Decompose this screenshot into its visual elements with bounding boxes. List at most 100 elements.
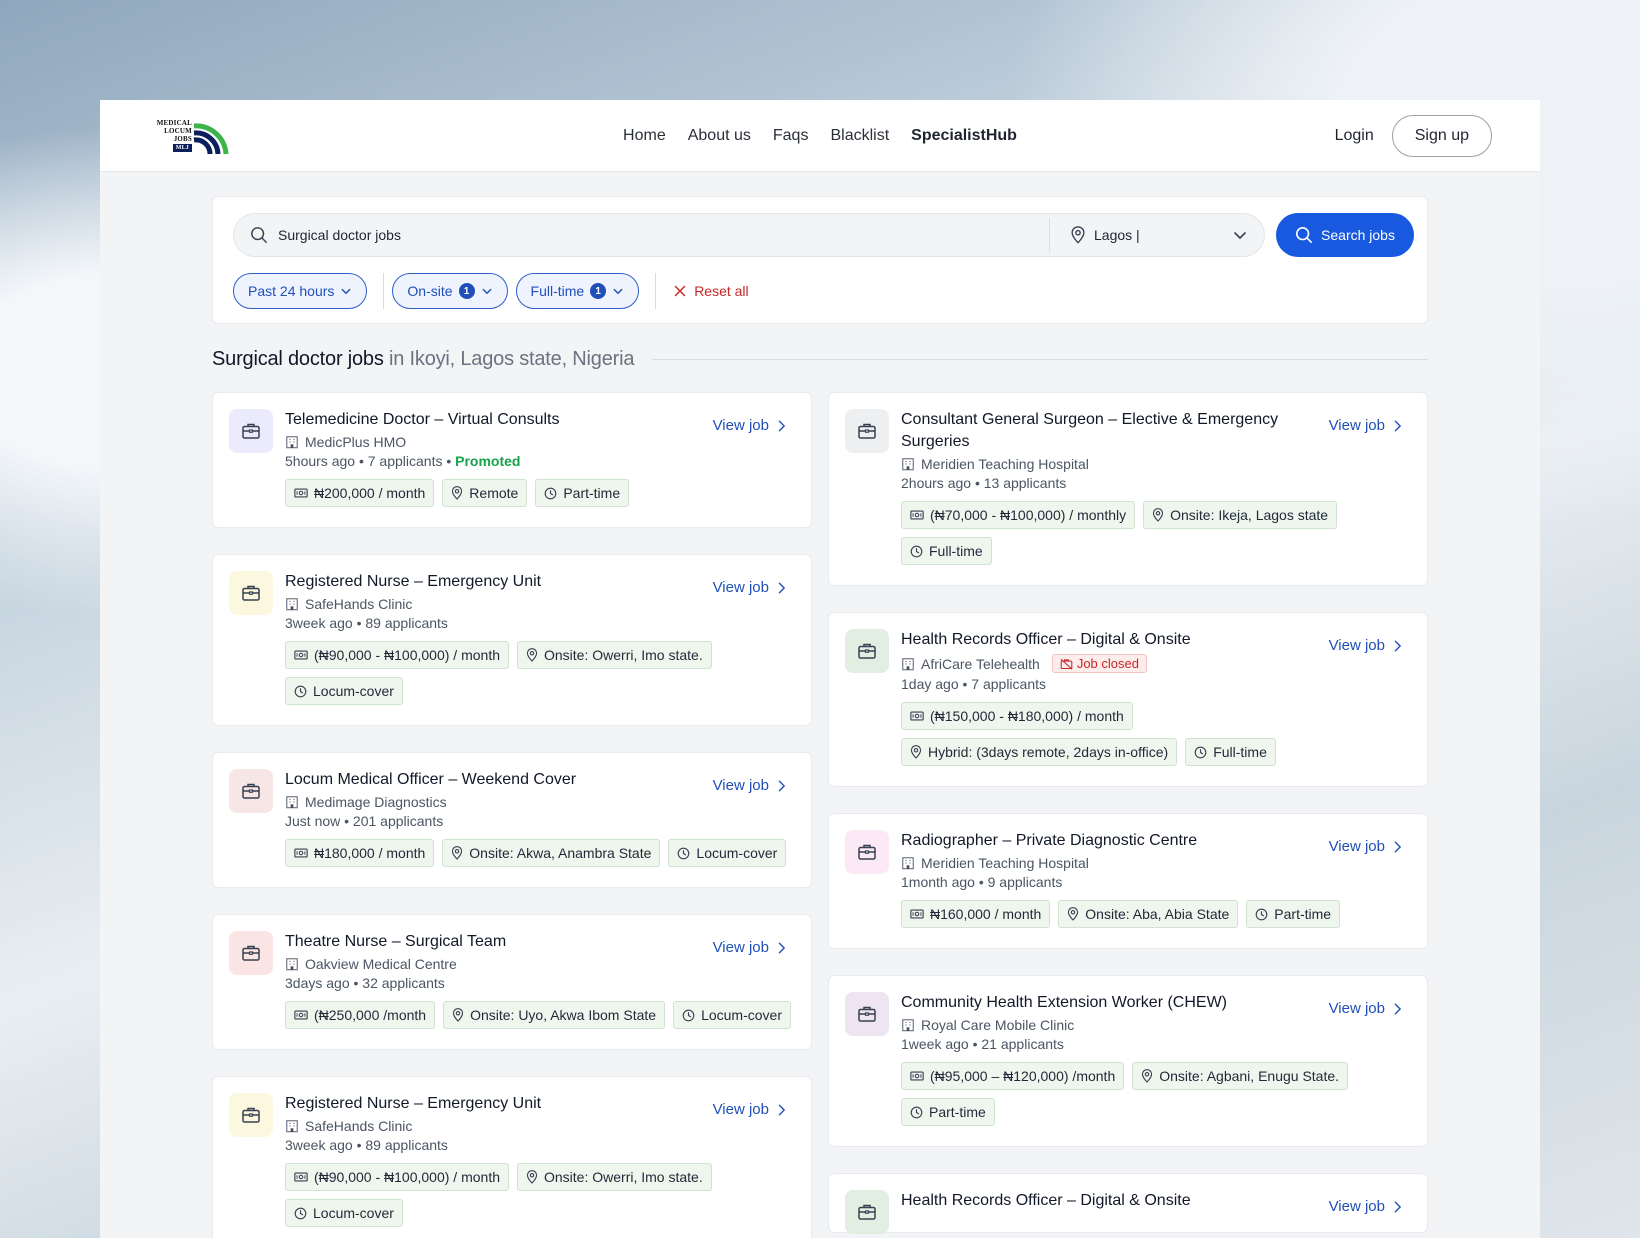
job-card[interactable]: Telemedicine Doctor – Virtual Consults M… (212, 392, 812, 528)
job-card[interactable]: Community Health Extension Worker (CHEW)… (828, 975, 1428, 1147)
job-card[interactable]: Radiographer – Private Diagnostic Centre… (828, 813, 1428, 949)
view-job-link[interactable]: View job (713, 939, 787, 956)
job-title[interactable]: Theatre Nurse – Surgical Team (285, 931, 675, 953)
filter-bar: Past 24 hours On-site 1 Full-time 1 Rese… (233, 273, 749, 309)
view-job-link[interactable]: View job (1329, 1198, 1403, 1215)
briefcase-icon (858, 643, 876, 659)
view-job-link[interactable]: View job (713, 1101, 787, 1118)
money-icon (910, 1071, 924, 1081)
view-job-link[interactable]: View job (1329, 1000, 1403, 1017)
job-icon-box (845, 992, 889, 1036)
nav-blacklist[interactable]: Blacklist (830, 127, 889, 145)
job-icon-box (229, 409, 273, 453)
filter-work-location[interactable]: On-site 1 (392, 273, 508, 309)
reset-filters-button[interactable]: Reset all (672, 283, 749, 299)
filter-job-type[interactable]: Full-time 1 (515, 273, 640, 309)
building-icon (902, 657, 914, 670)
clock-icon (1194, 746, 1207, 758)
nav-faqs[interactable]: Faqs (773, 127, 809, 145)
job-title[interactable]: Health Records Officer – Digital & Onsit… (901, 1190, 1291, 1212)
job-type-tag: Locum-cover (668, 839, 787, 867)
job-meta: 1week ago • 21 applicants (901, 1036, 1064, 1052)
job-title[interactable]: Community Health Extension Worker (CHEW) (901, 992, 1291, 1014)
company-name: Medimage Diagnostics (305, 794, 447, 810)
location-tag: Onsite: Owerri, Imo state. (517, 1163, 712, 1191)
company-row: AfriCare Telehealth Job closed (901, 654, 1411, 673)
job-title[interactable]: Radiographer – Private Diagnostic Centre (901, 830, 1291, 852)
location-pin-icon (452, 1008, 464, 1022)
location-pin-icon (526, 648, 538, 662)
job-meta: 3week ago • 89 applicants (285, 615, 448, 631)
job-title[interactable]: Consultant General Surgeon – Elective & … (901, 409, 1291, 453)
company-name: SafeHands Clinic (305, 1118, 413, 1134)
view-job-link[interactable]: View job (1329, 417, 1403, 434)
briefcase-icon (858, 1204, 876, 1220)
signup-button[interactable]: Sign up (1391, 114, 1492, 157)
location-tag: Remote (442, 479, 528, 507)
job-card[interactable]: Registered Nurse – Emergency Unit SafeHa… (212, 1076, 812, 1238)
job-card[interactable]: Locum Medical Officer – Weekend Cover Me… (212, 752, 812, 888)
heading-divider (652, 359, 1428, 360)
site-logo[interactable]: MEDICAL LOCUM JOBS MLJ (152, 114, 236, 158)
job-card[interactable]: Consultant General Surgeon – Elective & … (828, 392, 1428, 586)
nav-about-us[interactable]: About us (688, 127, 751, 145)
briefcase-icon (242, 585, 260, 601)
clock-icon (294, 685, 307, 697)
nav-home[interactable]: Home (623, 127, 666, 145)
job-meta: 2hours ago • 13 applicants (901, 475, 1067, 491)
job-title[interactable]: Telemedicine Doctor – Virtual Consults (285, 409, 675, 431)
job-title[interactable]: Registered Nurse – Emergency Unit (285, 571, 675, 593)
job-title[interactable]: Registered Nurse – Emergency Unit (285, 1093, 675, 1115)
job-type-tag: Locum-cover (285, 1199, 403, 1227)
briefcase-icon (858, 844, 876, 860)
job-card[interactable]: Theatre Nurse – Surgical Team Oakview Me… (212, 914, 812, 1050)
view-job-link[interactable]: View job (1329, 637, 1403, 654)
job-type-tag: Full-time (1185, 738, 1276, 766)
company-name: Meridien Teaching Hospital (921, 456, 1089, 472)
nav-specialisthub[interactable]: SpecialistHub (911, 127, 1017, 145)
search-icon (1296, 226, 1313, 244)
clock-icon (678, 847, 690, 859)
location-select[interactable]: Lagos | (1050, 226, 1264, 244)
money-icon (294, 650, 308, 660)
chevron-right-icon (778, 780, 786, 791)
job-card[interactable]: Registered Nurse – Emergency Unit SafeHa… (212, 554, 812, 726)
search-jobs-button[interactable]: Search jobs (1276, 213, 1414, 257)
chevron-down-icon (341, 288, 351, 295)
job-icon-box (845, 629, 889, 673)
view-job-link[interactable]: View job (1329, 838, 1403, 855)
view-job-link[interactable]: View job (713, 579, 787, 596)
company-row: MedicPlus HMO (285, 434, 795, 450)
filter-date-posted[interactable]: Past 24 hours (233, 273, 368, 309)
company-row: Royal Care Mobile Clinic (901, 1017, 1411, 1033)
company-row: Meridien Teaching Hospital (901, 855, 1411, 871)
view-job-link[interactable]: View job (713, 417, 787, 434)
main-nav: Home About us Faqs Blacklist SpecialistH… (623, 127, 1017, 145)
location-value: Lagos | (1094, 227, 1140, 243)
keyword-search-input[interactable]: Surgical doctor jobs (234, 226, 1049, 244)
location-tag: Onsite: Aba, Abia State (1058, 900, 1239, 928)
chevron-right-icon (1394, 420, 1402, 431)
filter-divider (383, 273, 385, 309)
job-type-tag: Part-time (535, 479, 630, 507)
chevron-down-icon (482, 288, 491, 295)
clock-icon (294, 1207, 307, 1219)
salary-tag: (₦250,000 /month (285, 1001, 436, 1029)
search-panel: Surgical doctor jobs Lagos | Search jobs (212, 196, 1428, 324)
page-title: Surgical doctor jobs in Ikoyi, Lagos sta… (212, 348, 635, 370)
view-job-link[interactable]: View job (713, 777, 787, 794)
location-pin-icon (910, 745, 922, 759)
search-bar: Surgical doctor jobs Lagos | (233, 213, 1265, 257)
job-card[interactable]: Health Records Officer – Digital & Onsit… (828, 1173, 1428, 1234)
location-pin-icon (452, 846, 463, 860)
search-icon (251, 227, 267, 243)
login-link[interactable]: Login (1335, 127, 1374, 145)
company-row: Meridien Teaching Hospital (901, 456, 1411, 472)
close-icon (674, 285, 686, 297)
job-list-right: Consultant General Surgeon – Elective & … (828, 392, 1428, 1238)
job-type-tag: Locum-cover (673, 1001, 791, 1029)
job-title[interactable]: Locum Medical Officer – Weekend Cover (285, 769, 675, 791)
job-card[interactable]: Health Records Officer – Digital & Onsit… (828, 612, 1428, 787)
job-title[interactable]: Health Records Officer – Digital & Onsit… (901, 629, 1291, 651)
chevron-right-icon (778, 942, 786, 953)
